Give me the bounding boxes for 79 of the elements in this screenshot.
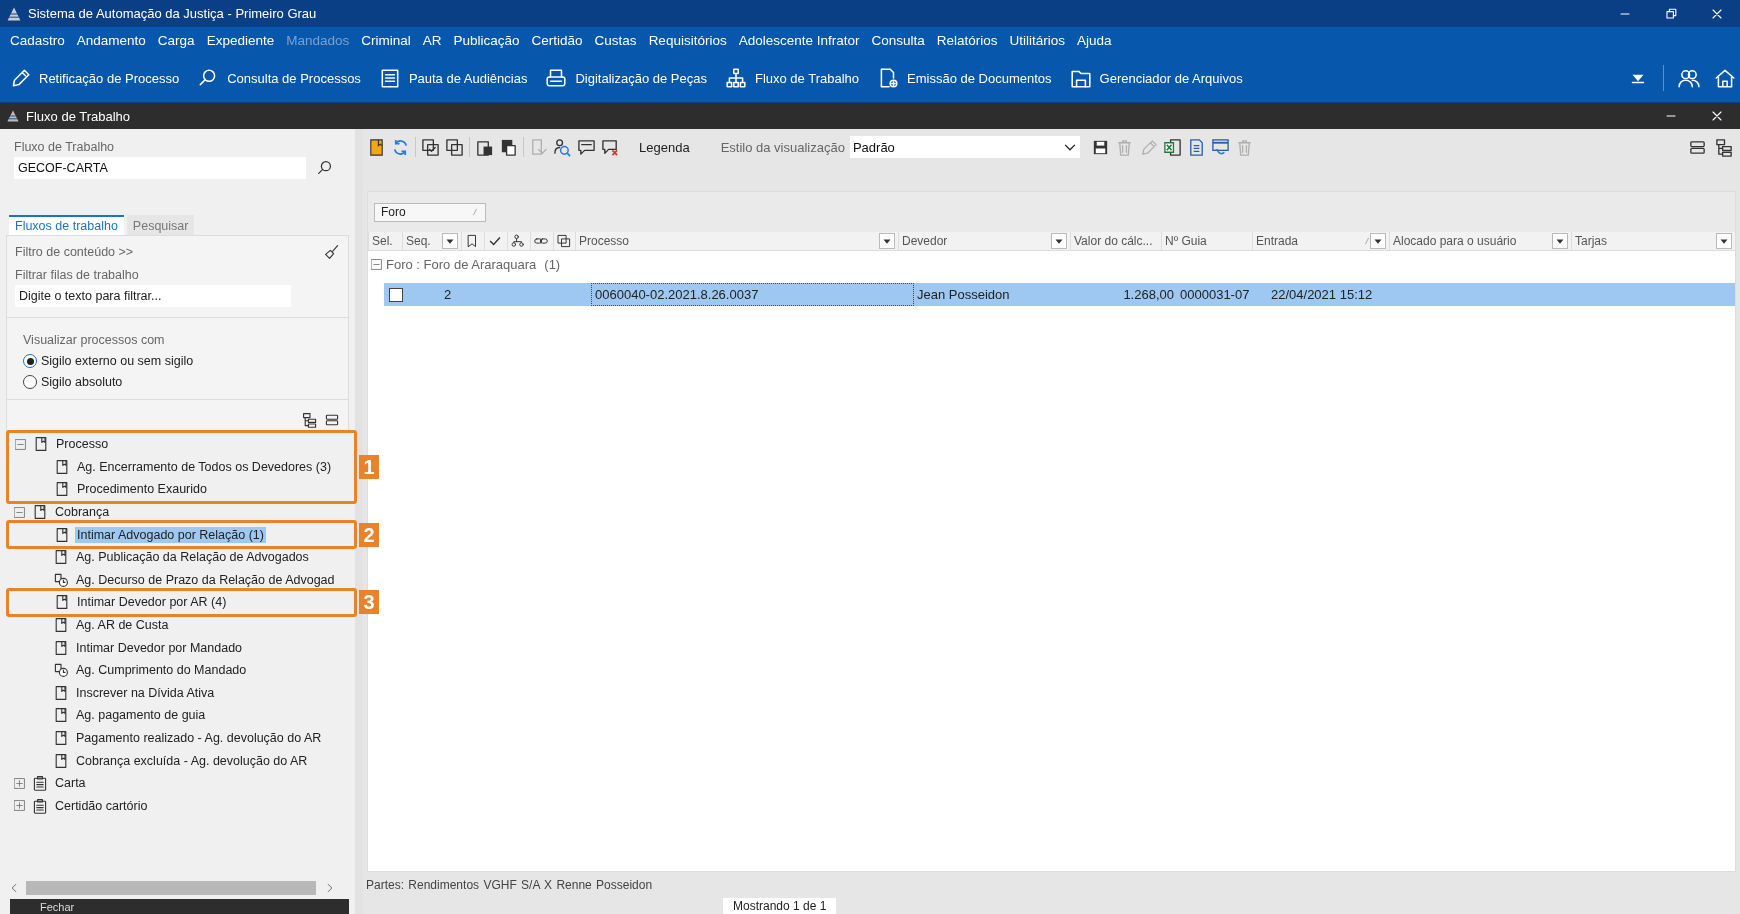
menu-item[interactable]: Utilitários	[1003, 33, 1072, 48]
radio-label[interactable]: Sigilo externo ou sem sigilo	[41, 354, 194, 368]
menu-item[interactable]: Publicação	[447, 33, 526, 48]
toolbar-button[interactable]: Digitalização de Peças	[542, 67, 716, 89]
menu-item[interactable]: Consulta	[865, 33, 931, 48]
toolbar-button[interactable]: Consulta de Processos	[194, 67, 370, 89]
menu-item[interactable]: Certidão	[525, 33, 589, 48]
menu-item[interactable]: Expediente	[200, 33, 281, 48]
menu-item[interactable]: Andamento	[70, 33, 152, 48]
menu-item[interactable]: Adolescente Infrator	[732, 33, 866, 48]
tree-item[interactable]: Inscrever na Dívida Ativa	[74, 684, 217, 701]
close-button[interactable]: Fechar	[10, 899, 349, 914]
menu-item[interactable]: Ajuda	[1071, 33, 1118, 48]
callout-number: 1	[359, 454, 379, 479]
column-header[interactable]: Entrada	[1252, 232, 1389, 250]
tree-item[interactable]: Ag. AR de Custa	[74, 617, 171, 634]
tree-item[interactable]: Ag. Encerramento de Todos os Devedores (3)	[75, 458, 334, 475]
menu-item[interactable]: Custas	[588, 33, 643, 48]
filter-field[interactable]: Digite o texto para filtrar...	[15, 285, 291, 307]
menu-item[interactable]: Relatórios	[930, 33, 1004, 48]
tree-item[interactable]: Certidão cartório	[53, 797, 150, 814]
column-header[interactable]: Valor do cálc...	[1070, 232, 1161, 250]
tree-item[interactable]: Pagamento realizado - Ag. devolução do AR	[74, 730, 324, 746]
legend-button[interactable]: Legenda	[633, 138, 696, 156]
workflow-field[interactable]: GECOF-CARTA	[14, 157, 306, 179]
column-header[interactable]: Seq.	[402, 232, 461, 250]
tree-item[interactable]: Intimar Devedor por Mandado	[74, 639, 245, 656]
tree-item[interactable]: Ag. Cumprimento do Mandado	[74, 662, 249, 679]
tree-item[interactable]: Cobrança excluída - Ag. devolução do AR	[74, 752, 310, 769]
tree-item[interactable]: Cobrança	[53, 504, 112, 521]
callout-number: 2	[359, 522, 379, 547]
toolbar-button[interactable]: Retificação de Processo	[6, 67, 189, 89]
tree-item[interactable]: Ag. Decurso de Prazo da Relação de Advogad	[74, 571, 337, 588]
table-cell-text: 0000031-07	[1179, 286, 1251, 304]
menu-item[interactable]: Requisitórios	[642, 33, 733, 48]
tree-item[interactable]: Procedimento Exaurido	[75, 481, 209, 498]
pager-tab[interactable]: Mostrando 1 de 1	[723, 898, 837, 914]
tree-item[interactable]: Ag. Publicação da Relação de Advogados	[74, 549, 311, 566]
window-title: Sistema de Automação da Justiça - Primeiro Grau	[28, 6, 317, 21]
toolbar-button[interactable]: Fluxo de Trabalho	[721, 67, 869, 89]
column-header[interactable]: Tarjas	[1571, 232, 1735, 250]
tree-item[interactable]: Intimar Advogado por Relação (1)	[75, 526, 266, 543]
column-header[interactable]: Sel.	[368, 232, 402, 250]
group-count: (1)	[544, 256, 561, 272]
table-cell-text: 1.268,00	[1122, 286, 1175, 304]
menu-item[interactable]: Carga	[151, 33, 201, 48]
tab[interactable]: Pesquisar	[126, 215, 195, 235]
panel-title: Fluxo de Trabalho	[26, 108, 131, 124]
table-cell-text: Jean Posseidon	[916, 286, 1011, 304]
radio-label[interactable]: Sigilo absoluto	[41, 375, 123, 389]
toolbar-button[interactable]: Pauta de Audiências	[375, 67, 537, 89]
menu-item[interactable]: Cadastro	[4, 33, 71, 48]
table-row[interactable]: 2 0060040-02.2021.8.26.0037 Jean Posseidon 1.268,00 0000031-07 22/04/2021 15:12	[384, 283, 1735, 306]
table-cell: 0060040-02.2021.8.26.0037	[591, 283, 914, 306]
group-row-label: Foro : Foro de Araraquara	[386, 256, 537, 272]
toolbar-button[interactable]: Gerenciador de Arquivos	[1066, 67, 1252, 89]
tab[interactable]: Fluxos de trabalho	[9, 215, 124, 235]
tree-item[interactable]: Intimar Devedor por AR (4)	[75, 594, 229, 611]
field-label: Fluxo de Trabalho	[14, 140, 116, 154]
column-header[interactable]: Nº Guia	[1161, 232, 1252, 250]
field-label: Filtrar filas de trabalho	[15, 268, 140, 282]
view-style-dropdown[interactable]: Padrão	[849, 136, 1080, 158]
column-header[interactable]: Devedor	[898, 232, 1070, 250]
toolbar-button[interactable]: Emissão de Documentos	[874, 67, 1061, 89]
content-filter-link[interactable]: Filtro de conteúdo >>	[15, 245, 134, 259]
column-header[interactable]: Processo	[575, 232, 898, 250]
table-cell-text: 22/04/2021 15:12	[1270, 286, 1374, 304]
tree-item[interactable]: Processo	[54, 436, 111, 453]
group-by-chip[interactable]: Foro	[374, 202, 486, 222]
column-header[interactable]: Alocado para o usuário	[1389, 232, 1571, 250]
table-cell-text: 2	[442, 286, 453, 304]
callout-number: 3	[359, 590, 379, 615]
tree-item[interactable]: Carta	[53, 775, 88, 792]
field-label: Estilo da visualização	[720, 139, 845, 155]
menu-item[interactable]: AR	[416, 33, 448, 48]
menu-item[interactable]: Criminal	[355, 33, 417, 48]
group-label: Visualizar processos com	[23, 333, 166, 347]
parties-text: Partes: Rendimentos VGHF S/A X Renne Posseidon	[365, 877, 654, 894]
tree-item[interactable]: Ag. pagamento de guia	[74, 707, 208, 724]
